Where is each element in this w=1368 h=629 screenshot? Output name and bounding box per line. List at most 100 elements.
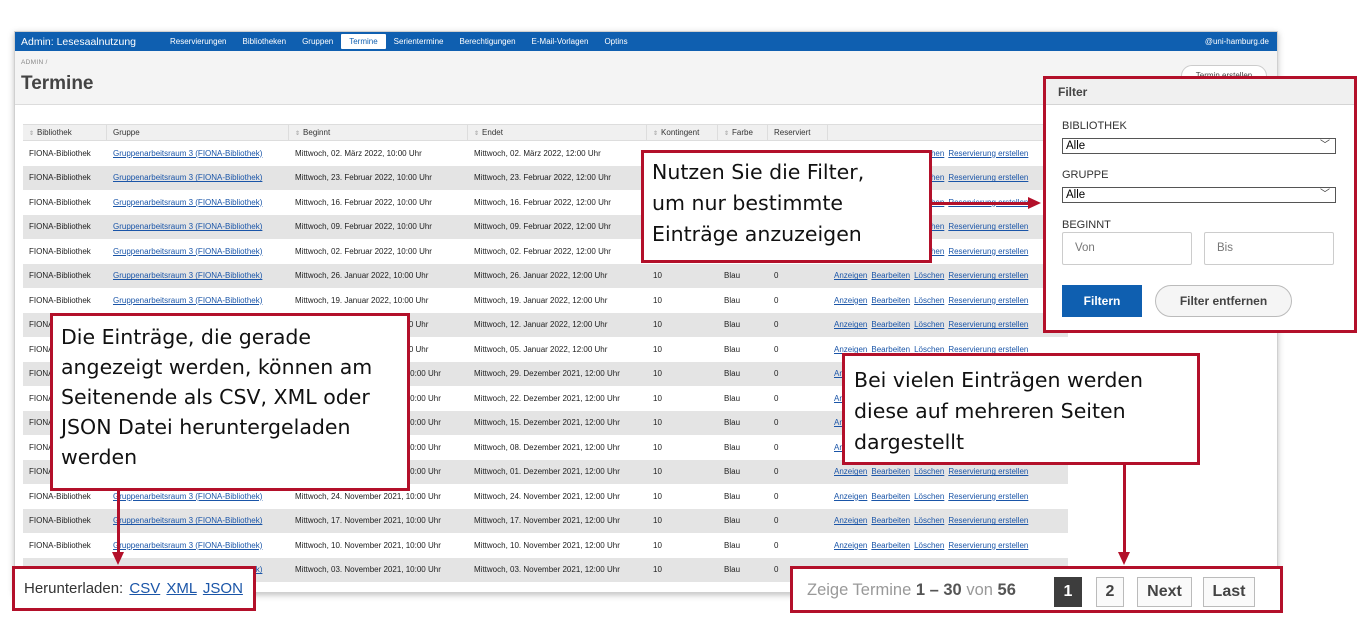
arrow-pages-line xyxy=(1123,465,1126,553)
library-select[interactable]: Alle ﹀ xyxy=(1062,138,1336,154)
cell-color: Blau xyxy=(724,344,741,354)
nav-termine[interactable]: Termine xyxy=(341,34,386,49)
action-reserve-link[interactable]: Reservierung erstellen xyxy=(948,320,1028,329)
cell-group-link[interactable]: Gruppenarbeitsraum 3 (FIONA-Bibliothek) xyxy=(107,198,289,207)
action-view-link[interactable]: Anzeigen xyxy=(834,271,867,280)
action-reserve-link[interactable]: Reservierung erstellen xyxy=(948,296,1028,305)
cell-group-link[interactable]: Gruppenarbeitsraum 3 (FIONA-Bibliothek) xyxy=(107,173,289,182)
column-header-label: Endet xyxy=(482,128,503,137)
arrow-filter-line xyxy=(932,202,1030,205)
nav-berechtigungen[interactable]: Berechtigungen xyxy=(451,34,523,49)
action-view-link[interactable]: Anzeigen xyxy=(834,467,867,476)
column-header[interactable]: ⇕ Endet xyxy=(468,125,647,140)
cell-library: FIONA-Bibliothek xyxy=(29,222,91,232)
action-view-link[interactable]: Anzeigen xyxy=(834,320,867,329)
arrow-filter-head xyxy=(1028,197,1041,209)
cell-group-link[interactable]: Gruppenarbeitsraum 3 (FIONA-Bibliothek) xyxy=(107,271,289,280)
cell-reserved: 0 xyxy=(774,467,779,477)
chevron-down-icon: ﹀ xyxy=(1320,140,1330,151)
action-reserve-link[interactable]: Reservierung erstellen xyxy=(948,541,1028,550)
action-edit-link[interactable]: Bearbeiten xyxy=(871,541,910,550)
cell-color: Blau xyxy=(724,320,741,330)
cell-start: Mittwoch, 02. Februar 2022, 10:00 Uhr xyxy=(295,246,432,256)
action-edit-link[interactable]: Bearbeiten xyxy=(871,516,910,525)
action-view-link[interactable]: Anzeigen xyxy=(834,492,867,501)
action-edit-link[interactable]: Bearbeiten xyxy=(871,271,910,280)
table-header: ⇕ Bibliothek Gruppe ⇕ Beginnt ⇕ Endet ⇕ Kontinge… xyxy=(23,124,1068,141)
cell-quota: 10 xyxy=(653,271,662,281)
action-delete-link[interactable]: Löschen xyxy=(914,541,944,550)
action-reserve-link[interactable]: Reservierung erstellen xyxy=(948,173,1028,182)
cell-end: Mittwoch, 22. Dezember 2021, 12:00 Uhr xyxy=(474,393,620,403)
callout-line: dargestellt xyxy=(854,430,965,454)
column-header[interactable]: ⇕ Beginnt xyxy=(289,125,468,140)
cell-group-link[interactable]: Gruppenarbeitsraum 3 (FIONA-Bibliothek) xyxy=(107,296,289,305)
action-reserve-link[interactable]: Reservierung erstellen xyxy=(948,149,1028,158)
download-xml-link[interactable]: XML xyxy=(166,580,196,597)
nav-serientermine[interactable]: Serientermine xyxy=(386,34,452,49)
cell-library: FIONA-Bibliothek xyxy=(29,516,91,526)
cell-start: Mittwoch, 02. März 2022, 10:00 Uhr xyxy=(295,148,422,158)
action-delete-link[interactable]: Löschen xyxy=(914,296,944,305)
from-date-input[interactable]: Von xyxy=(1062,232,1192,265)
action-reserve-link[interactable]: Reservierung erstellen xyxy=(948,271,1028,280)
row-actions: Anzeigen Bearbeiten Löschen Reservierung er… xyxy=(828,516,1068,525)
action-edit-link[interactable]: Bearbeiten xyxy=(871,296,910,305)
cell-group-link[interactable]: Gruppenarbeitsraum 3 (FIONA-Bibliothek) xyxy=(107,492,289,501)
column-header[interactable]: ⇕ Kontingent xyxy=(647,125,718,140)
action-view-link[interactable]: Anzeigen xyxy=(834,296,867,305)
download-json-link[interactable]: JSON xyxy=(203,580,243,597)
nav-bibliotheken[interactable]: Bibliotheken xyxy=(234,34,294,49)
cell-quota: 10 xyxy=(653,418,662,428)
cell-start: Mittwoch, 24. November 2021, 10:00 Uhr xyxy=(295,491,441,501)
cell-group-link[interactable]: Gruppenarbeitsraum 3 (FIONA-Bibliothek) xyxy=(107,516,289,525)
page-2-button[interactable]: 2 xyxy=(1096,577,1124,607)
action-reserve-link[interactable]: Reservierung erstellen xyxy=(948,492,1028,501)
action-reserve-link[interactable]: Reservierung erstellen xyxy=(948,247,1028,256)
cell-end: Mittwoch, 05. Januar 2022, 12:00 Uhr xyxy=(474,344,608,354)
next-page-button[interactable]: Next xyxy=(1137,577,1192,607)
page-1-button[interactable]: 1 xyxy=(1054,577,1082,607)
breadcrumb[interactable]: ADMIN / xyxy=(21,59,48,66)
cell-group-link[interactable]: Gruppenarbeitsraum 3 (FIONA-Bibliothek) xyxy=(107,541,289,550)
action-delete-link[interactable]: Löschen xyxy=(914,320,944,329)
column-header-label: Kontingent xyxy=(661,128,700,137)
user-account[interactable]: @uni-hamburg.de xyxy=(1205,37,1277,46)
action-edit-link[interactable]: Bearbeiten xyxy=(871,492,910,501)
action-view-link[interactable]: Anzeigen xyxy=(834,541,867,550)
group-select[interactable]: Alle ﹀ xyxy=(1062,187,1336,203)
action-delete-link[interactable]: Löschen xyxy=(914,492,944,501)
table-row: FIONA-Bibliothek Gruppenarbeitsraum 3 (FI… xyxy=(23,533,1068,558)
action-delete-link[interactable]: Löschen xyxy=(914,271,944,280)
cell-group-link[interactable]: Gruppenarbeitsraum 3 (FIONA-Bibliothek) xyxy=(107,247,289,256)
action-reserve-link[interactable]: Reservierung erstellen xyxy=(948,467,1028,476)
cell-end: Mittwoch, 09. Februar 2022, 12:00 Uhr xyxy=(474,222,611,232)
download-csv-link[interactable]: CSV xyxy=(129,580,160,597)
nav-email-vorlagen[interactable]: E-Mail-Vorlagen xyxy=(524,34,597,49)
column-header[interactable]: ⇕ Farbe xyxy=(718,125,768,140)
column-header[interactable]: ⇕ Bibliothek xyxy=(23,125,107,140)
cell-start: Mittwoch, 17. November 2021, 10:00 Uhr xyxy=(295,516,441,526)
cell-group-link[interactable]: Gruppenarbeitsraum 3 (FIONA-Bibliothek) xyxy=(107,222,289,231)
cell-quota: 10 xyxy=(653,540,662,550)
action-reserve-link[interactable]: Reservierung erstellen xyxy=(948,516,1028,525)
nav-reservierungen[interactable]: Reservierungen xyxy=(162,34,234,49)
action-view-link[interactable]: Anzeigen xyxy=(834,516,867,525)
callout-line: werden xyxy=(61,445,138,469)
action-delete-link[interactable]: Löschen xyxy=(914,516,944,525)
action-edit-link[interactable]: Bearbeiten xyxy=(871,320,910,329)
cell-group-link[interactable]: Gruppenarbeitsraum 3 (FIONA-Bibliothek) xyxy=(107,149,289,158)
app-brand[interactable]: Admin: Lesesaalnutzung xyxy=(15,36,162,48)
nav-optins[interactable]: Optins xyxy=(596,34,635,49)
last-page-button[interactable]: Last xyxy=(1203,577,1255,607)
nav-gruppen[interactable]: Gruppen xyxy=(294,34,341,49)
to-date-input[interactable]: Bis xyxy=(1204,232,1334,265)
action-reserve-link[interactable]: Reservierung erstellen xyxy=(948,222,1028,231)
clear-filter-button[interactable]: Filter entfernen xyxy=(1155,285,1292,317)
pagination-total: 56 xyxy=(997,581,1016,599)
apply-filter-button[interactable]: Filtern xyxy=(1062,285,1142,317)
action-edit-link[interactable]: Bearbeiten xyxy=(871,467,910,476)
row-actions: Anzeigen Bearbeiten Löschen Reservierung er… xyxy=(828,271,1068,280)
action-delete-link[interactable]: Löschen xyxy=(914,467,944,476)
row-actions: Anzeigen Bearbeiten Löschen Reservierung er… xyxy=(828,467,1068,476)
